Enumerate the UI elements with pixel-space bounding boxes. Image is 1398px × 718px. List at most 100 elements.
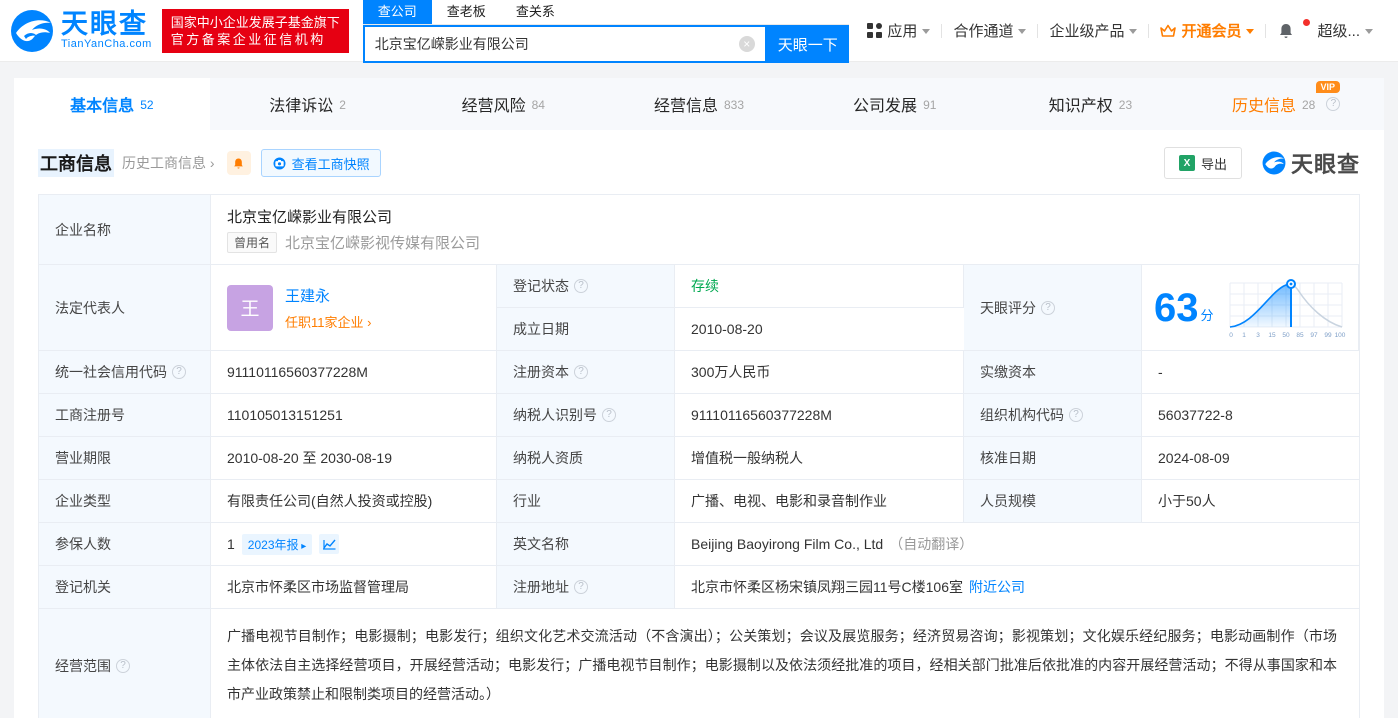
snapshot-button[interactable]: 查看工商快照	[260, 149, 381, 177]
chevron-down-icon	[922, 29, 931, 34]
nav-enterprise[interactable]: 企业级产品	[1038, 20, 1148, 41]
field-label: 组织机构代码	[964, 394, 1142, 437]
logo-title: 天眼查	[61, 9, 148, 39]
field-label: 天眼评分	[964, 265, 1142, 351]
insured-cell: 1 2023年报	[211, 523, 497, 566]
tab-intellectual-property[interactable]: 知识产权 23	[993, 78, 1189, 130]
tab-operating-risk[interactable]: 经营风险 84	[405, 78, 601, 130]
table-row: 营业期限 2010-08-20 至 2030-08-19 纳税人资质 增值税一般…	[39, 437, 1359, 480]
alert-bell-icon	[234, 157, 243, 169]
reg-authority-value: 北京市怀柔区市场监督管理局	[211, 566, 497, 609]
help-icon[interactable]	[574, 279, 588, 293]
excel-icon: X	[1178, 155, 1195, 171]
help-icon[interactable]	[1069, 408, 1083, 422]
tab-company-development[interactable]: 公司发展 91	[797, 78, 993, 130]
top-header: 天眼查 TianYanCha.com 国家中小企业发展子基金旗下 官方备案企业征…	[0, 0, 1398, 63]
svg-text:50: 50	[1282, 332, 1290, 339]
score-unit: 分	[1200, 308, 1214, 323]
table-row: 工商注册号 110105013151251 纳税人识别号 91110116560…	[39, 394, 1359, 437]
svg-text:85: 85	[1296, 332, 1304, 339]
legal-rep-companies-link[interactable]: 任职11家企业	[285, 312, 371, 331]
table-row: 统一社会信用代码 91110116560377228M 注册资本 300万人民币…	[39, 351, 1359, 394]
nearby-companies-link[interactable]: 附近公司	[969, 577, 1025, 597]
field-label: 英文名称	[497, 523, 675, 566]
tab-basic-info[interactable]: 基本信息 52	[14, 78, 210, 130]
tab-legal-cases[interactable]: 法律诉讼 2	[210, 78, 406, 130]
company-type-value: 有限责任公司(自然人投资或控股)	[211, 480, 497, 523]
watermark-logo-icon	[1262, 151, 1286, 175]
field-label: 工商注册号	[39, 394, 211, 437]
svg-text:97: 97	[1310, 332, 1318, 339]
help-icon[interactable]	[1326, 97, 1341, 111]
field-label: 企业名称	[39, 195, 211, 265]
industry-value: 广播、电视、电影和录音制作业	[675, 480, 964, 523]
reg-status-value: 存续	[675, 265, 964, 308]
search-input[interactable]	[374, 36, 739, 52]
help-icon[interactable]	[574, 580, 588, 594]
camera-icon	[273, 157, 286, 169]
english-name-cell: Beijing Baoyirong Film Co., Ltd （自动翻译）	[675, 523, 1359, 566]
table-row: 参保人数 1 2023年报 英文名称 Beijing Baoyirong Fil…	[39, 523, 1359, 566]
help-icon[interactable]	[116, 658, 130, 673]
former-name-badge: 曾用名	[227, 232, 278, 253]
logo-domain: TianYanCha.com	[61, 38, 152, 50]
company-name: 北京宝亿嵘影业有限公司	[227, 209, 393, 226]
search-tab-boss[interactable]: 查老板	[432, 0, 501, 24]
field-label: 法定代表人	[39, 265, 211, 351]
avatar[interactable]: 王	[227, 284, 273, 331]
company-name-cell: 北京宝亿嵘影业有限公司 曾用名 北京宝亿嵘影视传媒有限公司	[211, 195, 1359, 265]
search-tab-relation[interactable]: 查关系	[501, 0, 570, 24]
staff-size-value: 小于50人	[1142, 480, 1359, 523]
svg-text:1: 1	[1242, 332, 1246, 339]
english-name: Beijing Baoyirong Film Co., Ltd	[691, 536, 884, 552]
tianyancha-logo[interactable]: 天眼查 TianYanCha.com	[10, 9, 152, 53]
tianyancha-logo-icon	[11, 9, 53, 52]
field-label: 实缴资本	[964, 351, 1142, 394]
search-area: 查公司 查老板 查关系 天眼一下	[362, 0, 849, 63]
org-code-value: 56037722-8	[1142, 394, 1359, 437]
svg-text:100: 100	[1334, 332, 1345, 339]
paid-capital-value: -	[1142, 351, 1359, 394]
search-clear-icon[interactable]	[738, 36, 755, 52]
watermark-logo: 天眼查	[1262, 147, 1360, 179]
trend-chart-icon[interactable]	[319, 534, 340, 554]
svg-text:15: 15	[1268, 332, 1276, 339]
tab-history-info[interactable]: VIP 历史信息 28	[1188, 78, 1384, 130]
chart-axis-labels: 0 1 3 15 50 85 97 99 100	[1229, 332, 1346, 339]
field-label: 登记机关	[39, 566, 211, 609]
taxpayer-quality-value: 增值税一般纳税人	[675, 437, 964, 480]
field-label: 注册资本	[497, 351, 675, 394]
svg-text:99: 99	[1324, 332, 1332, 339]
field-label: 企业类型	[39, 480, 211, 523]
section-title: 工商信息	[38, 149, 114, 177]
nav-vip[interactable]: 开通会员	[1149, 20, 1265, 41]
bell-icon	[1280, 23, 1293, 38]
help-icon[interactable]	[172, 365, 186, 379]
monitor-bell-button[interactable]	[226, 151, 251, 175]
nav-coop[interactable]: 合作通道	[942, 20, 1037, 41]
annual-report-badge[interactable]: 2023年报	[241, 533, 313, 555]
field-label: 营业期限	[39, 437, 211, 480]
export-button[interactable]: X 导出	[1163, 147, 1242, 179]
field-label: 纳税人资质	[497, 437, 675, 480]
help-icon[interactable]	[602, 408, 616, 422]
business-info-table: 企业名称 北京宝亿嵘影业有限公司 曾用名 北京宝亿嵘影视传媒有限公司 法定代表人…	[38, 194, 1360, 718]
nav-apps[interactable]: 应用	[856, 20, 941, 41]
search-tab-company[interactable]: 查公司	[362, 0, 432, 24]
search-button[interactable]: 天眼一下	[766, 25, 849, 63]
history-business-info-link[interactable]: 历史工商信息	[122, 153, 215, 173]
tab-operating-info[interactable]: 经营信息 833	[601, 78, 797, 130]
former-name: 北京宝亿嵘影视传媒有限公司	[285, 235, 481, 252]
company-tabbar: 基本信息 52 法律诉讼 2 经营风险 84 经营信息 833 公司发展 91 …	[14, 78, 1384, 130]
nav-super-vip[interactable]: 超级...	[1306, 20, 1384, 41]
score-cell[interactable]: 63 分 0 1 3 15 50 85 97 99 100	[1142, 265, 1359, 351]
legal-rep-name-link[interactable]: 王建永	[285, 285, 371, 306]
chevron-down-icon	[1365, 29, 1373, 34]
nav-notifications[interactable]	[1266, 18, 1311, 40]
table-row: 经营范围 广播电视节目制作；电影摄制；电影发行；组织文化艺术交流活动（不含演出）…	[39, 609, 1359, 718]
help-icon[interactable]	[574, 365, 588, 379]
auto-translate-note: （自动翻译）	[889, 536, 974, 552]
field-label: 参保人数	[39, 523, 211, 566]
help-icon[interactable]	[1041, 300, 1055, 315]
reg-number-value: 110105013151251	[211, 394, 497, 437]
